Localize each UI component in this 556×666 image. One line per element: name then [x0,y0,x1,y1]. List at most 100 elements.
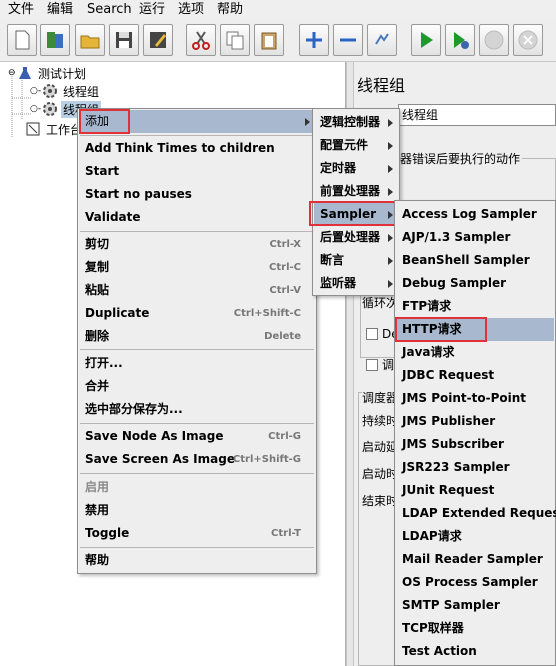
menu-item-java-request[interactable]: Java请求 [396,341,554,364]
menu-item-ftp-request[interactable]: FTP请求 [396,295,554,318]
tree-node-workbench[interactable]: 工作台 [26,120,84,138]
menu-item-save-selection-as[interactable]: 选中部分保存为... [79,398,315,421]
tree-node-test-plan[interactable]: ⊖ 测试计划 [8,64,88,82]
new-button[interactable] [7,24,37,56]
menu-item-assertion[interactable]: 断言 [314,249,398,272]
menu-item-tcp-sampler[interactable]: TCP取样器 [396,617,554,640]
menu-item-ldap-extended-request[interactable]: LDAP Extended Request [396,502,556,525]
stop-icon [484,30,504,50]
menu-item-debug-sampler[interactable]: Debug Sampler [396,272,554,295]
menu-run[interactable]: 运行 [139,1,165,18]
delay-thread-checkbox[interactable] [366,328,378,340]
expand-toggle-icon[interactable]: ○- [30,104,42,114]
menu-options[interactable]: 选项 [178,1,204,18]
sampler-submenu: Access Log Sampler AJP/1.3 Sampler BeanS… [394,200,556,666]
error-action-label: 器错误后要执行的动作 [398,151,523,167]
open-icon [80,35,100,49]
expand-button[interactable] [299,24,329,56]
start-icon [421,32,433,48]
menu-item-open[interactable]: 打开... [79,352,315,375]
menu-item-jsr223-sampler[interactable]: JSR223 Sampler [396,456,554,479]
menu-item-jms-publisher[interactable]: JMS Publisher [396,410,554,433]
loop-count-label: 循环次 [362,296,399,310]
start-no-pause-button[interactable] [445,24,475,56]
open-button[interactable] [75,24,105,56]
menu-item-save-screen-image[interactable]: Save Screen As Image Ctrl+Shift-G [79,448,315,471]
menu-item-config-element[interactable]: 配置元件 [314,134,398,157]
menu-item-duplicate[interactable]: Duplicate Ctrl+Shift-C [79,302,315,325]
menu-item-validate[interactable]: Validate [79,206,315,229]
menu-item-beanshell-sampler[interactable]: BeanShell Sampler [396,249,554,272]
menu-item-merge[interactable]: 合并 [79,375,315,398]
menu-help[interactable]: 帮助 [217,1,243,18]
menu-item-post-processor[interactable]: 后置处理器 [314,226,398,249]
start-time-label: 启动时 [362,467,399,481]
shutdown-button[interactable] [513,24,543,56]
menu-item-jms-point-to-point[interactable]: JMS Point-to-Point [396,387,554,410]
start-no-pause-icon [454,32,469,49]
collapse-button[interactable] [333,24,363,56]
tree-node-thread-group-1[interactable]: ○- 线程组 [30,82,101,100]
menu-item-mail-reader-sampler[interactable]: Mail Reader Sampler [396,548,554,571]
menu-item-ldap-request[interactable]: LDAP请求 [396,525,554,548]
menu-item-pre-processor[interactable]: 前置处理器 [314,180,398,203]
menu-item-copy[interactable]: 复制 Ctrl-C [79,256,315,279]
menu-item-smtp-sampler[interactable]: SMTP Sampler [396,594,554,617]
menu-item-access-log-sampler[interactable]: Access Log Sampler [396,203,554,226]
menu-item-start[interactable]: Start [79,160,315,183]
menu-item-jdbc-request[interactable]: JDBC Request [396,364,554,387]
menu-item-add-think-times[interactable]: Add Think Times to children [79,137,315,160]
annotation-highlight-add [79,109,130,134]
submenu-arrow-icon [388,142,393,150]
menu-item-timer[interactable]: 定时器 [314,157,398,180]
workbench-icon [26,122,40,136]
expand-icon [306,32,322,48]
menu-item-ajp-sampler[interactable]: AJP/1.3 Sampler [396,226,554,249]
paste-icon [261,32,277,50]
toolbar [0,20,556,62]
new-icon [15,30,30,50]
name-field[interactable]: 线程组 [398,104,556,126]
scheduler-checkbox[interactable] [366,359,378,371]
copy-button[interactable] [220,24,250,56]
menu-item-save-node-image[interactable]: Save Node As Image Ctrl-G [79,425,315,448]
menu-item-delete[interactable]: 删除 Delete [79,325,315,348]
menu-item-junit-request[interactable]: JUnit Request [396,479,554,502]
menu-item-paste[interactable]: 粘贴 Ctrl-V [79,279,315,302]
menu-item-listener[interactable]: 监听器 [314,272,398,295]
submenu-arrow-icon [388,188,393,196]
menu-item-cut[interactable]: 剪切 Ctrl-X [79,233,315,256]
context-menu: 添加 Add Think Times to children Start Sta… [77,108,317,574]
paste-button[interactable] [254,24,284,56]
menu-item-jms-subscriber[interactable]: JMS Subscriber [396,433,554,456]
menu-item-logic-controller[interactable]: 逻辑控制器 [314,111,398,134]
collapse-toggle-icon[interactable]: ⊖ [8,68,18,78]
menu-item-disable[interactable]: 禁用 [79,499,315,522]
start-button[interactable] [411,24,441,56]
menu-search[interactable]: Search [87,1,132,18]
save-as-icon [150,32,166,48]
annotation-highlight-sampler [309,201,397,226]
menu-item-help[interactable]: 帮助 [79,549,315,572]
expand-toggle-icon[interactable]: ○- [30,86,42,96]
submenu-arrow-icon [388,234,393,242]
templates-button[interactable] [40,24,70,56]
stop-button[interactable] [479,24,509,56]
gear-icon [43,102,57,116]
menu-file[interactable]: 文件 [8,1,34,18]
save-icon [116,32,132,48]
startup-delay-label: 启动延 [362,440,399,454]
toggle-button[interactable] [367,24,397,56]
scheduler-config-label: 调度器 [362,390,399,406]
menu-edit[interactable]: 编辑 [47,1,73,18]
menu-item-toggle[interactable]: Toggle Ctrl-T [79,522,315,545]
save-as-button[interactable] [143,24,173,56]
cut-button[interactable] [186,24,216,56]
annotation-highlight-http-request [395,317,487,342]
menu-item-start-no-pauses[interactable]: Start no pauses [79,183,315,206]
menu-item-os-process-sampler[interactable]: OS Process Sampler [396,571,554,594]
save-button[interactable] [109,24,139,56]
templates-icon [47,32,63,48]
toggle-icon [375,33,389,45]
menu-item-test-action[interactable]: Test Action [396,640,554,663]
